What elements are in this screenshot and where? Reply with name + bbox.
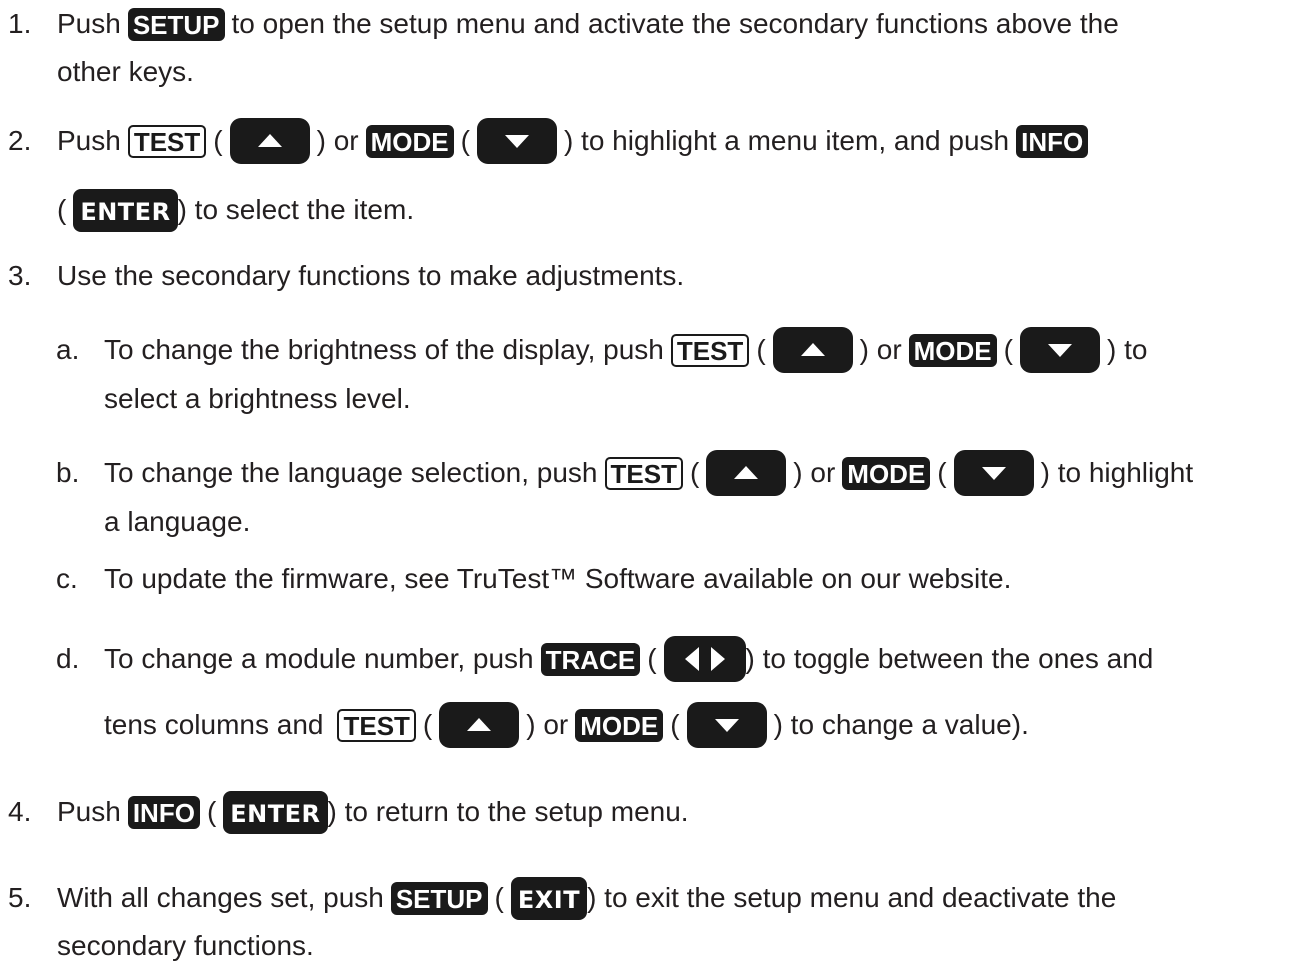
info-key: INFO (127, 795, 200, 829)
step-number: 5. (8, 882, 32, 913)
mode-key: MODE (575, 708, 664, 742)
step-3b-continued: a language. (104, 506, 251, 537)
up-arrow-icon (772, 327, 853, 373)
step-number: 1. (8, 8, 32, 39)
substep-letter: b. (56, 457, 80, 488)
step-2: 2. Push TEST ( ) or MODE ( ) to highligh… (0, 117, 1292, 165)
setup-key: SETUP (390, 881, 488, 915)
setup-key: SETUP (127, 7, 225, 41)
enter-key: ENTER (73, 188, 178, 232)
step-3: 3. Use the secondary functions to make a… (8, 260, 685, 291)
step-2-continued: ( ENTER ) to select the item. (0, 186, 1292, 234)
exit-key: EXIT (510, 876, 588, 920)
down-arrow-icon (686, 702, 767, 748)
step-3a-continued: select a brightness level. (104, 383, 411, 414)
step-3d: d. To change a module number, push TRACE… (0, 635, 1292, 683)
step-5: 5. With all changes set, push SETUP ( EX… (0, 874, 1292, 922)
step-3c: c. To update the firmware, see TruTest™ … (56, 563, 1012, 594)
step-number: 3. (8, 260, 32, 291)
step-1-continued: other keys. (0, 48, 1292, 96)
down-arrow-icon (476, 118, 557, 164)
mode-key: MODE (908, 333, 997, 367)
up-arrow-icon (229, 118, 310, 164)
step-5-continued: secondary functions. (57, 930, 314, 961)
trace-key: TRACE (540, 642, 641, 676)
step-text: other keys. (57, 56, 194, 87)
substep-letter: d. (56, 643, 80, 674)
step-3a: a. To change the brightness of the displ… (0, 326, 1292, 374)
down-arrow-icon (953, 450, 1034, 496)
step-1: 1. Push SETUP to open the setup menu and… (0, 0, 1292, 48)
up-arrow-icon (439, 702, 520, 748)
info-key: INFO (1016, 124, 1089, 158)
mode-key: MODE (842, 456, 931, 490)
substep-letter: a. (56, 334, 80, 365)
step-number: 4. (8, 796, 32, 827)
up-arrow-icon (706, 450, 787, 496)
enter-key: ENTER (223, 790, 328, 834)
left-right-arrows-icon (663, 636, 746, 682)
down-arrow-icon (1019, 327, 1100, 373)
test-key: TEST (337, 708, 416, 742)
test-key: TEST (127, 124, 207, 158)
mode-key: MODE (365, 124, 454, 158)
test-key: TEST (670, 333, 750, 367)
step-text: to open the setup menu and activate the … (231, 8, 1119, 39)
step-text: Push (57, 8, 121, 39)
step-4: 4. Push INFO ( ENTER ) to return to the … (0, 788, 1292, 836)
step-3b: b. To change the language selection, pus… (0, 449, 1292, 497)
test-key: TEST (604, 456, 683, 490)
substep-letter: c. (56, 563, 78, 594)
step-3d-continued: tens columns and TEST ( ) or MODE ( ) to… (0, 701, 1292, 749)
step-number: 2. (8, 125, 32, 156)
